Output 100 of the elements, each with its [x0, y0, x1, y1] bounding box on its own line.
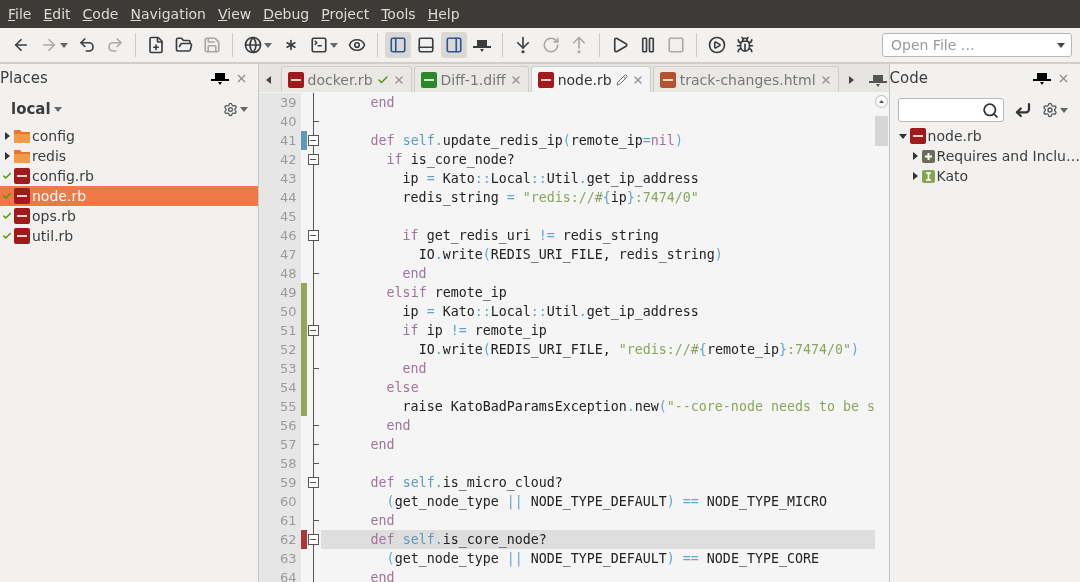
search-icon — [981, 101, 999, 119]
fold-toggle[interactable] — [307, 230, 319, 241]
caret-icon — [264, 41, 272, 49]
panel-title: Places — [0, 69, 49, 87]
step-out-icon — [570, 36, 588, 54]
folder-icon — [14, 129, 30, 143]
ruby-file-icon — [14, 188, 30, 204]
editor-tab[interactable]: Diff-1.diff — [413, 66, 529, 92]
line-number: 53 — [258, 359, 301, 378]
redo-icon — [106, 36, 124, 54]
outline-item[interactable]: Requires and Inclu… — [936, 148, 1080, 164]
file-tree-row[interactable]: util.rb — [0, 226, 258, 246]
scrollbar-thumb[interactable] — [875, 116, 889, 146]
line-number: 44 — [258, 188, 301, 207]
ruby-file-icon — [287, 71, 304, 88]
menu-item[interactable]: Navigation — [130, 6, 206, 22]
settings-icon — [222, 101, 238, 117]
menu-item[interactable]: Tools — [381, 6, 416, 22]
line-number: 52 — [258, 340, 301, 359]
code-line: def self.update_redis_ip(remote_ip=nil) — [369, 132, 684, 150]
plus-square-icon — [921, 149, 935, 163]
panel-title: Code — [889, 69, 929, 87]
fold-toggle[interactable] — [307, 477, 319, 488]
bug-icon — [736, 36, 754, 54]
file-name: ops.rb — [32, 208, 76, 224]
menu-item[interactable]: Debug — [263, 6, 310, 22]
file-tree-row[interactable]: ops.rb — [0, 206, 258, 226]
menu-item[interactable]: View — [217, 6, 252, 22]
code-line: raise KatoBadParamsException.new("--core-node needs to be s — [401, 398, 875, 416]
menu-item[interactable]: Edit — [43, 6, 71, 22]
menu-item[interactable]: File — [8, 6, 32, 22]
caret-icon — [846, 75, 855, 84]
fold-end-marker — [313, 273, 319, 274]
menu-item[interactable]: Help — [427, 6, 460, 22]
globe-icon — [244, 36, 262, 54]
open-file-combobox[interactable]: Open File … — [882, 33, 1072, 57]
fold-toggle[interactable] — [307, 325, 319, 336]
hat-icon — [473, 38, 491, 52]
editor-tab[interactable]: docker.rb — [280, 66, 412, 92]
file-name: config.rb — [32, 168, 94, 184]
file-name: node.rb — [32, 188, 87, 204]
open-file-field[interactable]: Open File … — [889, 36, 1057, 54]
enter-icon[interactable] — [1013, 101, 1032, 119]
terminal-icon — [310, 36, 328, 54]
caret-icon — [330, 41, 338, 49]
new-file-icon — [147, 36, 165, 54]
play-circle-icon — [708, 36, 726, 54]
outline-item[interactable]: Kato — [936, 168, 969, 184]
line-number: 39 — [258, 93, 301, 112]
code-line: if ip != remote_ip — [401, 322, 548, 340]
file-name: util.rb — [32, 228, 74, 244]
toolbar-button[interactable] — [441, 32, 467, 58]
line-number: 42 — [258, 150, 301, 169]
folder-icon — [175, 36, 193, 54]
close-icon[interactable] — [631, 73, 644, 86]
editor-tab[interactable]: track-changes.html — [652, 66, 839, 92]
search-field[interactable] — [897, 98, 1004, 122]
fold-toggle[interactable] — [307, 534, 319, 545]
line-number: 59 — [258, 473, 301, 492]
code-line: elsif remote_ip — [385, 284, 508, 302]
toolbar-button[interactable] — [385, 32, 411, 58]
left-panel-icon — [389, 36, 407, 54]
line-number: 61 — [258, 511, 301, 530]
code-line: end — [369, 436, 396, 454]
file-name: redis — [32, 148, 67, 164]
caret-icon — [60, 41, 68, 49]
settings-button[interactable] — [222, 101, 248, 117]
file-tree-row[interactable]: config — [0, 126, 258, 146]
code-line: else — [385, 379, 420, 397]
editor-tab[interactable]: node.rb — [530, 66, 651, 92]
step-in-icon — [514, 36, 532, 54]
file-tree-row[interactable]: config.rb — [0, 166, 258, 186]
hat-icon — [868, 72, 887, 87]
undo-icon — [78, 36, 96, 54]
hat-icon — [210, 71, 229, 85]
outline-item[interactable]: node.rb — [927, 128, 982, 144]
file-tree-row[interactable]: redis — [0, 146, 258, 166]
code-line: if get_redis_uri != redis_string — [401, 227, 660, 245]
ruby-file-icon — [909, 128, 926, 144]
pause-icon — [639, 36, 657, 54]
settings-button[interactable] — [1041, 102, 1068, 118]
settings-icon — [1041, 102, 1058, 118]
code-line: end — [401, 360, 428, 378]
caret-icon — [264, 75, 273, 84]
line-number: 55 — [258, 397, 301, 416]
code-line: end — [385, 417, 412, 435]
menu-item[interactable]: Code — [82, 6, 119, 22]
play-icon — [611, 36, 629, 54]
menu-item[interactable]: Project — [321, 6, 370, 22]
fold-toggle[interactable] — [307, 135, 319, 146]
scroll-up-icon[interactable] — [875, 95, 889, 108]
line-number: 45 — [258, 207, 301, 226]
code-line: redis_string = "redis://#{ip}:7474/0" — [401, 189, 700, 207]
code-line: def self.is_micro_cloud? — [369, 474, 564, 492]
eye-icon — [348, 36, 366, 54]
code-line: IO.write(REDIS_URI_FILE, "redis://#{remote_ip}:7474/0") — [417, 341, 860, 359]
location-dropdown[interactable]: local — [11, 100, 62, 118]
dropdown-caret-icon — [1057, 41, 1065, 49]
fold-toggle[interactable] — [307, 154, 319, 165]
class-icon — [921, 169, 935, 183]
